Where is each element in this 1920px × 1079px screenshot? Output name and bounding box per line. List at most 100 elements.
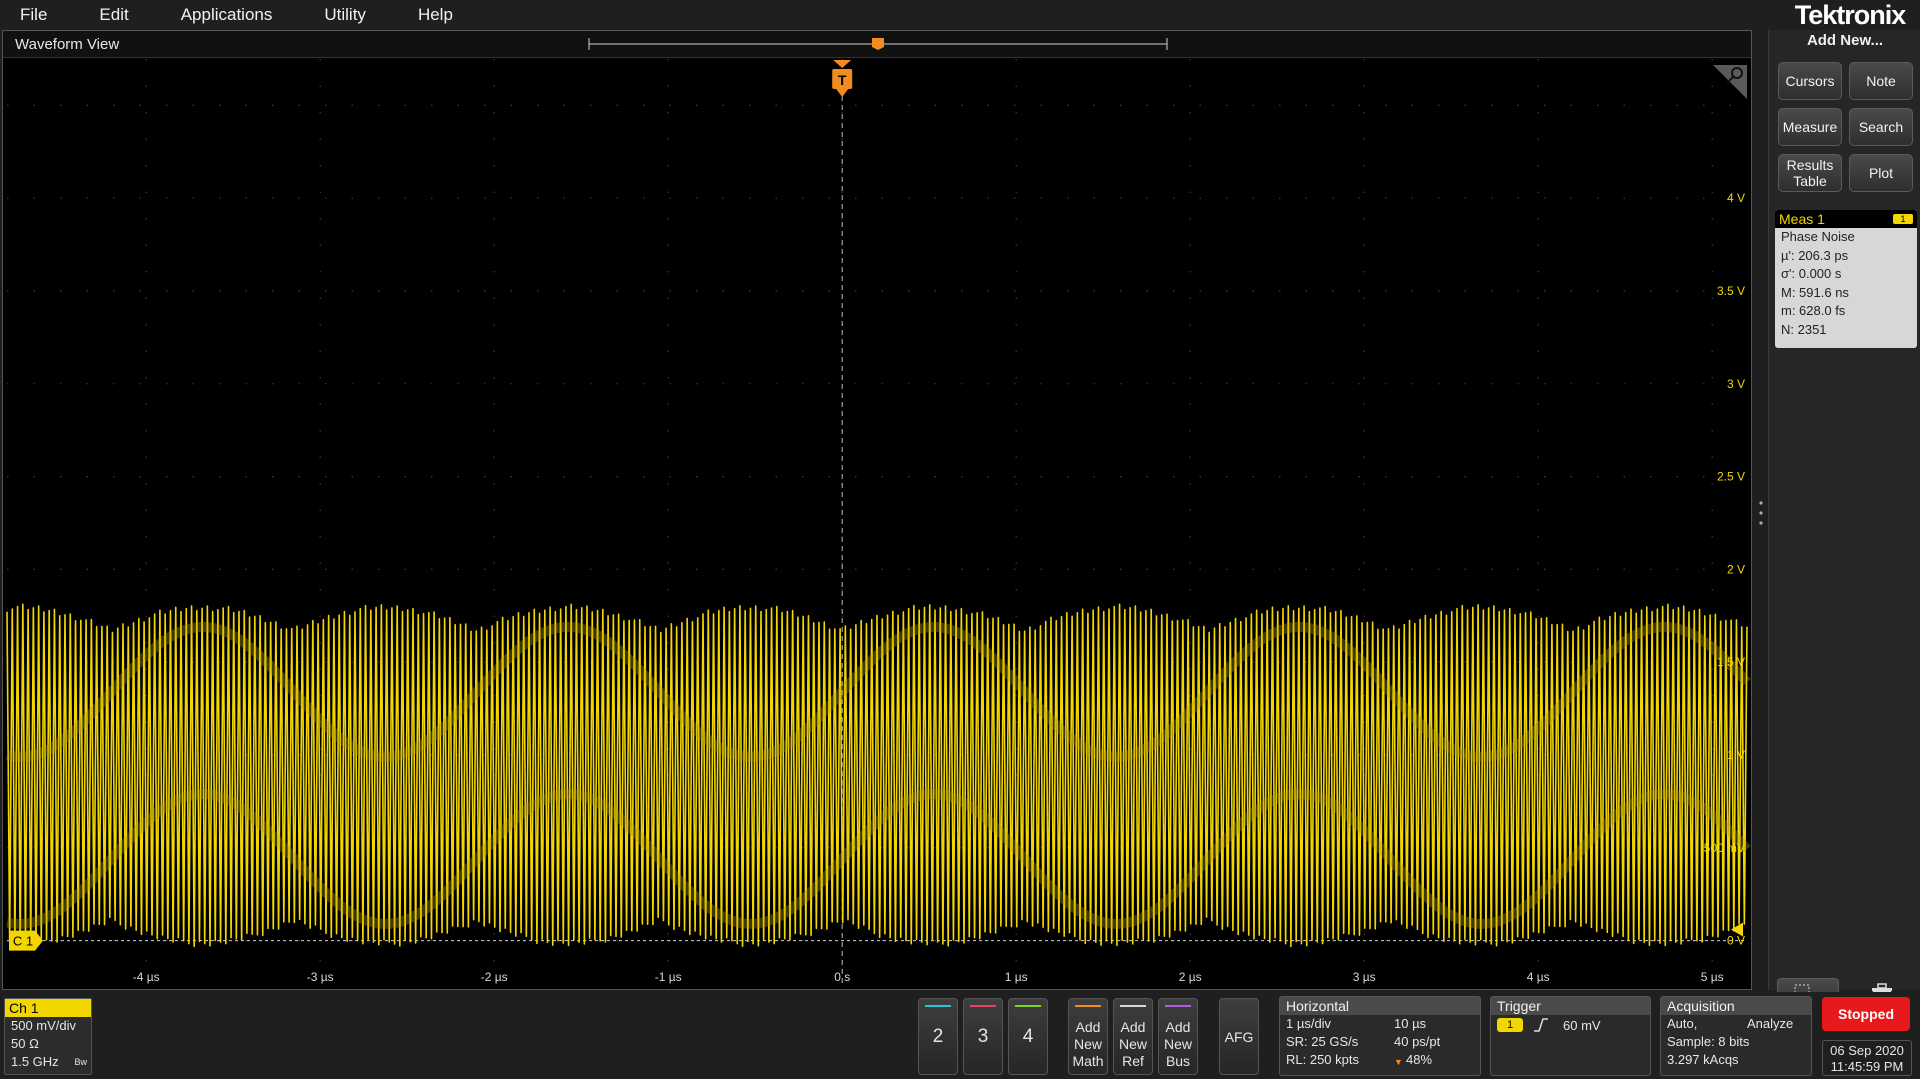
run-stop-button[interactable]: Stopped [1822, 997, 1910, 1031]
measure-button[interactable]: Measure [1778, 108, 1842, 146]
meas-1-title: Meas 1 [1779, 211, 1825, 227]
meas-1-stddev: σ': 0.000 s [1781, 266, 1842, 282]
add-new-bus-label: Add New Bus [1163, 1019, 1192, 1069]
results-side-panel: Add New... Cursors Note Measure Search R… [1768, 30, 1920, 1016]
trigger-position-arrow [833, 60, 852, 68]
meas-1-mean: µ': 206.3 ps [1781, 247, 1849, 263]
trigger-marker-tip [836, 89, 849, 97]
channel-1-badge[interactable]: Ch 1 500 mV/div 50 Ω 1.5 GHz Bw [4, 998, 92, 1075]
trigger-level: 60 mV [1563, 1018, 1601, 1033]
sample-rate: SR: 25 GS/s [1286, 1034, 1359, 1049]
channel-1-title: Ch 1 [5, 999, 91, 1017]
trigger-row: 1 60 mV [1491, 1015, 1650, 1039]
waveform-view[interactable]: Waveform View 4 V 3.5 V3 V 2.5 V2 V 1.5 V1 … [2, 30, 1752, 990]
menu-utility[interactable]: Utility [304, 5, 366, 25]
meas-1-header: Meas 1 1 [1775, 210, 1917, 228]
meas-1-max: M: 591.6 ns [1781, 284, 1849, 300]
y-tick-label: 2.5 V [1717, 470, 1745, 484]
y-tick-label: 1 V [1727, 748, 1745, 762]
y-tick-label: 1.5 V [1717, 655, 1745, 669]
acquisition-sample: Sample: 8 bits [1667, 1034, 1750, 1049]
time: 11:45:59 PM [1830, 1059, 1904, 1074]
date: 06 Sep 2020 [1830, 1043, 1904, 1058]
time-per-point: 40 ps/pt [1394, 1034, 1441, 1049]
bus-color-stripe [1165, 1005, 1191, 1007]
y-tick-label: 3.5 V [1717, 284, 1745, 298]
tektronix-logo: Tektronix [1794, 0, 1907, 30]
x-tick-label: -4 µs [133, 970, 160, 984]
acquisition-title: Acquisition [1661, 997, 1811, 1015]
plot-button[interactable]: Plot [1849, 154, 1913, 192]
acquisition-row-3: 3.297 kAcqs [1661, 1051, 1811, 1069]
channel-2-button[interactable]: 2 [918, 998, 958, 1075]
acquisition-row-1: Auto, Analyze [1661, 1015, 1811, 1033]
channel-3-label: 3 [977, 1025, 989, 1047]
horizontal-badge[interactable]: Horizontal 1 µs/div 10 µs SR: 25 GS/s 40… [1279, 996, 1481, 1076]
meas-1-badge[interactable]: Meas 1 1 Phase Noise µ': 206.3 ps σ': 0.… [1775, 210, 1917, 348]
horizontal-scale: 1 µs/div [1286, 1016, 1332, 1031]
x-tick-label: -2 µs [481, 970, 508, 984]
add-new-math-label: Add New Math [1072, 1019, 1104, 1069]
acquisition-analyze: Analyze [1747, 1016, 1794, 1031]
afg-label: AFG [1224, 1028, 1254, 1045]
date-time-display[interactable]: 06 Sep 2020 11:45:59 PM [1822, 1040, 1912, 1076]
trigger-source-badge: 1 [1497, 1018, 1523, 1032]
x-tick-label: 2 µs [1179, 970, 1202, 984]
horizontal-length: 10 µs [1394, 1016, 1427, 1031]
y-tick-label: 2 V [1727, 562, 1745, 576]
y-tick-label: 4 V [1727, 191, 1745, 205]
channel-2-label: 2 [932, 1025, 944, 1047]
horizontal-title: Horizontal [1280, 997, 1480, 1015]
channel-4-label: 4 [1022, 1025, 1034, 1047]
channel-1-impedance: 50 Ω [11, 1036, 39, 1051]
bandwidth-limit-mark: Bw [74, 1057, 87, 1067]
channel-4-button[interactable]: 4 [1008, 998, 1048, 1075]
channel-3-button[interactable]: 3 [963, 998, 1003, 1075]
math-color-stripe [1075, 1005, 1101, 1007]
x-tick-label: 3 µs [1353, 970, 1376, 984]
rising-edge-icon [1534, 1018, 1548, 1032]
channel-1-marker-label: C 1 [13, 934, 33, 949]
x-tick-label: 4 µs [1527, 970, 1550, 984]
trigger-marker-label: T [838, 72, 847, 88]
x-tick-label: 0 s [834, 970, 850, 984]
channel-1-bandwidth-value: 1.5 GHz [11, 1054, 59, 1069]
trigger-title: Trigger [1491, 997, 1650, 1015]
menu-applications[interactable]: Applications [161, 5, 273, 25]
note-button[interactable]: Note [1849, 62, 1913, 100]
horizontal-position: 48% [1406, 1052, 1433, 1067]
x-tick-label: 1 µs [1005, 970, 1028, 984]
channel-1-trace [5, 603, 1751, 948]
channel-2-color-stripe [925, 1005, 951, 1007]
y-tick-label: 3 V [1727, 377, 1745, 391]
add-new-ref-label: Add New Ref [1118, 1019, 1147, 1069]
cursors-button[interactable]: Cursors [1778, 62, 1842, 100]
y-tick-label: 500 mV [1704, 841, 1745, 855]
channel-1-scale: 500 mV/div [11, 1018, 77, 1033]
menu-bar: File Edit Applications Utility Help [0, 0, 1770, 29]
x-tick-label: -1 µs [655, 970, 682, 984]
waveform-plot[interactable]: 4 V3.5 V3 V2.5 V2 V1.5 V1 V500 mV0 V -4 … [3, 31, 1751, 989]
x-tick-label: 5 µs [1701, 970, 1724, 984]
add-new-math-button[interactable]: Add New Math [1068, 998, 1108, 1075]
trigger-badge[interactable]: Trigger 1 60 mV [1490, 996, 1651, 1076]
add-new-ref-button[interactable]: Add New Ref [1113, 998, 1153, 1075]
menu-help[interactable]: Help [398, 5, 453, 25]
x-tick-label: -3 µs [307, 970, 334, 984]
horizontal-row-1: 1 µs/div 10 µs [1280, 1015, 1480, 1033]
acquisition-badge[interactable]: Acquisition Auto, Analyze Sample: 8 bits… [1660, 996, 1812, 1076]
zoom-corner-icon[interactable] [1713, 65, 1747, 99]
horizontal-position-icon: ▼ [1394, 1057, 1403, 1067]
menu-file[interactable]: File [0, 5, 47, 25]
panel-resize-grip[interactable] [1759, 500, 1763, 526]
record-length: RL: 250 kpts [1286, 1052, 1359, 1067]
meas-1-source-badge: 1 [1893, 214, 1913, 224]
afg-button[interactable]: AFG [1219, 998, 1259, 1075]
menu-edit[interactable]: Edit [79, 5, 128, 25]
channel-3-color-stripe [970, 1005, 996, 1007]
search-button[interactable]: Search [1849, 108, 1913, 146]
add-new-bus-button[interactable]: Add New Bus [1158, 998, 1198, 1075]
results-table-button[interactable]: Results Table [1778, 154, 1842, 192]
x-axis-ticks: -4 µs -3 µs -2 µs -1 µs 0 s 1 µs 2 µs 3 µs 4 µs 5… [133, 970, 1724, 984]
channel-1-bandwidth: 1.5 GHz Bw [5, 1053, 91, 1071]
